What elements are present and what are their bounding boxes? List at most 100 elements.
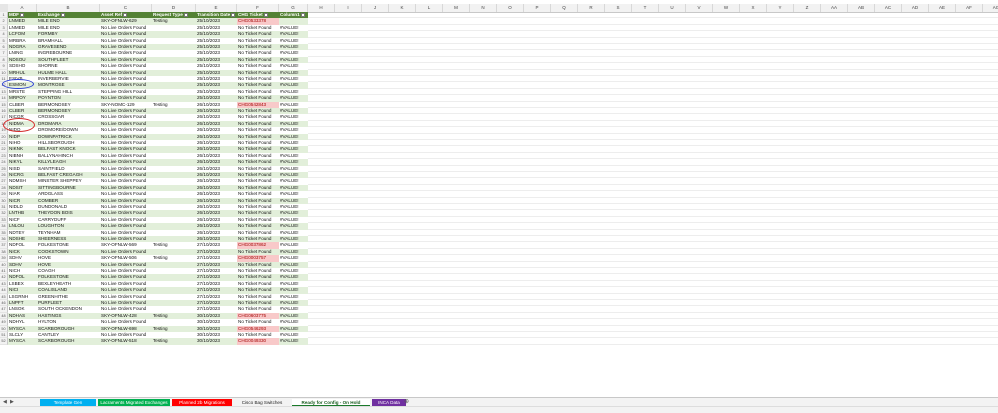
cell-column1[interactable]: #VALUE! [279, 338, 308, 344]
column-header-ae[interactable]: AE [929, 4, 956, 12]
filter-dropdown-icon[interactable] [183, 12, 188, 17]
cell-text: Testing [153, 242, 168, 248]
column-header-ag[interactable]: AG [983, 4, 998, 12]
column-header-l[interactable]: L [416, 4, 443, 12]
cell-text: No Live Orders Found [101, 223, 147, 229]
column-header-g[interactable]: G [279, 4, 308, 12]
column-header-p[interactable]: P [524, 4, 551, 12]
column-header-r[interactable]: R [578, 4, 605, 12]
column-header-d[interactable]: D [152, 4, 196, 12]
cell-text: No Ticket Found [238, 108, 272, 113]
cell-text: BELFAST KNOCK [38, 146, 76, 152]
cell-chg-ticket[interactable]: CHG0049330 [237, 338, 279, 345]
column-header-w[interactable]: W [713, 4, 740, 12]
cell-text: No Live Orders Found [101, 184, 147, 190]
cell-text: 25/10/2023 [197, 44, 220, 49]
filter-dropdown-icon[interactable] [60, 12, 65, 17]
cell-mdf[interactable]: MYSCA [8, 338, 37, 344]
cell-text: No Ticket Found [238, 37, 272, 43]
sheet-tab-planned-2b-migrations[interactable]: Planned 2b Migrations [172, 399, 232, 406]
column-header-ad[interactable]: AD [902, 4, 929, 12]
filter-dropdown-icon[interactable] [300, 12, 305, 17]
cell-text: BERMONDSEY [38, 101, 71, 107]
cell-text: 27/10/2023 [197, 274, 220, 280]
cell-text: 25/10/2023 [197, 69, 220, 75]
spreadsheet-grid[interactable]: A B C D E F G H I J K L M N O P Q R S T U V W X Y Z AA AB AC AD AE AF AG… [0, 0, 998, 397]
cell-text: NDHYL [9, 319, 25, 325]
cell-text: NIKYL [9, 159, 23, 165]
cell-text: No Ticket Found [238, 223, 272, 229]
column-header-t[interactable]: T [632, 4, 659, 12]
cell-text: #VALUE! [280, 82, 299, 88]
filter-dropdown-icon[interactable] [123, 12, 128, 17]
sheet-tab-inca-data[interactable]: INCA Data [372, 399, 406, 406]
column-header-s[interactable]: S [605, 4, 632, 12]
column-header-ab[interactable]: AB [848, 4, 875, 12]
column-header-f[interactable]: F [237, 4, 279, 12]
column-header-x[interactable]: X [740, 4, 767, 12]
column-header-y[interactable]: Y [767, 4, 794, 12]
cell-text: No Ticket Found [238, 197, 272, 203]
cell-text: #VALUE! [280, 210, 299, 216]
sheet-tab-ready-for-config-on-hold[interactable]: Ready for Config - On Hold [292, 399, 370, 406]
cell-text: COAGH [38, 268, 55, 273]
column-header-o[interactable]: O [497, 4, 524, 12]
cell-text: No Live Orders Found [101, 191, 147, 197]
cell-text: LNING [9, 50, 24, 56]
cell-text: CANTLEY [38, 332, 60, 337]
cell-text: No Ticket Found [238, 95, 272, 101]
column-header-c[interactable]: C [100, 4, 152, 12]
select-all-corner[interactable] [0, 4, 8, 12]
cell-text: CHG0603775 [238, 312, 267, 318]
column-header-v[interactable]: V [686, 4, 713, 12]
sheet-tab-lacraments-migrated-exchanges[interactable]: Lacraments Migrated Exchanges [98, 399, 170, 406]
add-sheet-icon[interactable]: ⊕ [404, 399, 409, 406]
tab-next-icon[interactable]: ▶ [10, 399, 14, 406]
column-header-b[interactable]: B [37, 4, 100, 12]
row-number[interactable]: 52 [0, 338, 8, 345]
column-header-q[interactable]: Q [551, 4, 578, 12]
filter-dropdown-icon[interactable] [19, 12, 24, 17]
tab-prev-icon[interactable]: ◀ [3, 399, 7, 406]
filter-dropdown-icon[interactable] [231, 12, 236, 17]
cell-text: No Live Orders Found [101, 172, 147, 177]
cell-text: MILE END [38, 24, 60, 30]
cell-text: SKY-OFNLW-428 [101, 312, 137, 318]
cell-text: SCARBOROUGH [38, 325, 75, 331]
cell-asset-ref[interactable]: SKY-OFNLW-518 [100, 338, 152, 344]
cell-text: No Ticket Found [238, 44, 272, 49]
column-header-ac[interactable]: AC [875, 4, 902, 12]
cell-text: LSBEX [9, 280, 24, 286]
cell-exchange[interactable]: SCARBOROUGH [37, 338, 100, 344]
cell-text: 26/10/2023 [197, 236, 220, 241]
column-header-h[interactable]: H [308, 4, 335, 12]
cell-text: SHEERNESS [38, 236, 67, 241]
sheet-tab-cisco-bag-switches[interactable]: Cisco Bag Switches [234, 399, 290, 406]
column-header-e[interactable]: E [196, 4, 237, 12]
column-header-z[interactable]: Z [794, 4, 821, 12]
cell-text: 25/10/2023 [197, 76, 220, 81]
cell-text: HYLTON [38, 319, 57, 325]
column-header-aa[interactable]: AA [821, 4, 848, 12]
column-header-af[interactable]: AF [956, 4, 983, 12]
column-header-m[interactable]: M [443, 4, 470, 12]
cell-text: CHG0533378 [238, 18, 267, 24]
cell-text: No Ticket Found [238, 268, 272, 273]
cell-text: NIHO [9, 140, 21, 145]
filter-dropdown-icon[interactable] [263, 12, 268, 17]
empty-cells[interactable] [308, 338, 998, 345]
cell-request-type[interactable]: Testing [152, 338, 196, 344]
cell-transition-date[interactable]: 30/10/2023 [196, 338, 237, 344]
column-header-a[interactable]: A [8, 4, 37, 12]
cell-text: 26/10/2023 [197, 178, 220, 184]
column-header-u[interactable]: U [659, 4, 686, 12]
column-header-n[interactable]: N [470, 4, 497, 12]
column-header-i[interactable]: I [335, 4, 362, 12]
cell-text: SAINTFIELD [38, 165, 65, 171]
column-header-j[interactable]: J [362, 4, 389, 12]
column-header-k[interactable]: K [389, 4, 416, 12]
cell-text: 26/10/2023 [197, 133, 220, 139]
sheet-tab-template-gen[interactable]: Template Gen [40, 399, 96, 406]
cell-text: #VALUE! [280, 95, 299, 101]
cell-text: CHG Ticket [238, 12, 263, 17]
